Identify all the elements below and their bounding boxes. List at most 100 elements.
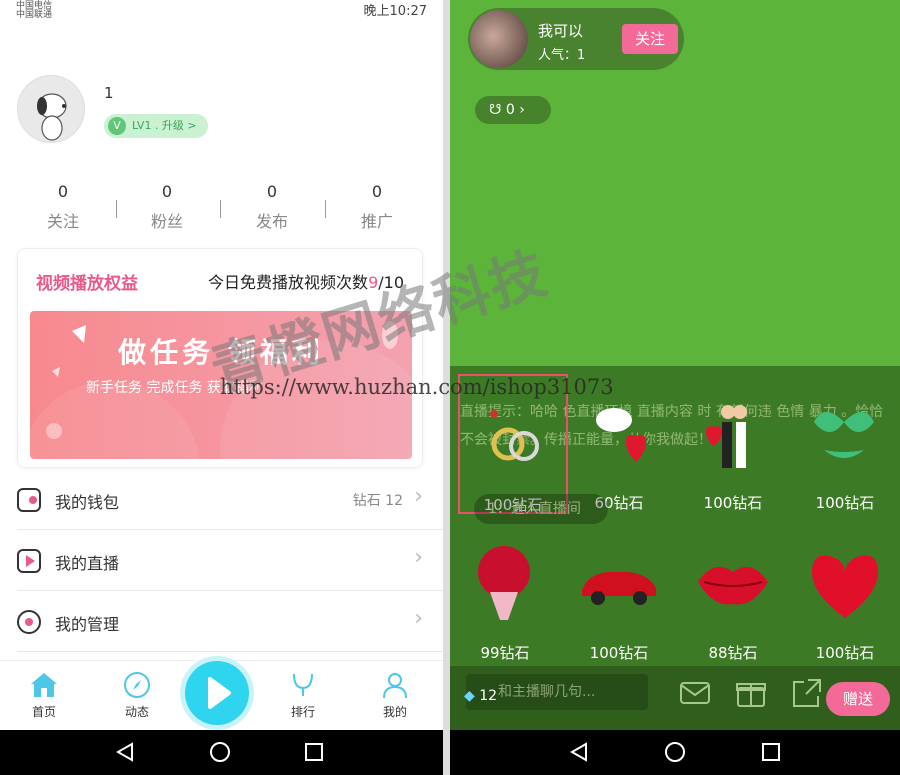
level-v-icon: V [108, 117, 126, 135]
tab-label: 首页 [31, 705, 56, 719]
user-stats: 0 关注 0 粉丝 0 发布 0 推广 [10, 182, 430, 238]
stat-value: 0 [266, 182, 278, 201]
rings-icon [490, 410, 539, 461]
diamond-icon: ◆ [464, 688, 475, 704]
username: 1 [104, 84, 114, 102]
manage-users-icon [17, 610, 41, 634]
gift-item[interactable]: 99钻石 [450, 524, 560, 664]
chevron-right-icon: › [519, 102, 525, 118]
back-icon[interactable] [568, 741, 590, 763]
diamond-heart-icon [812, 555, 878, 618]
diamond-count: 12 [479, 688, 498, 704]
tab-mine[interactable]: 我的 [365, 671, 425, 720]
gift-item[interactable]: 100钻石 [678, 374, 788, 514]
menu-label: 我的管理 [55, 615, 120, 634]
bottom-tab-bar: 首页 动态 排行 我的 [0, 660, 443, 730]
share-icon[interactable] [790, 676, 824, 710]
level-badge[interactable]: V LV1 . 升级 > [104, 114, 208, 138]
kiss-couple-icon [706, 405, 747, 468]
user-icon [383, 673, 407, 699]
diamond-balance: ◆ 12 [464, 688, 497, 704]
sports-car-icon [582, 572, 656, 605]
send-gift-button[interactable]: 赠送 [826, 682, 890, 716]
level-text: LV1 . 升级 > [132, 119, 197, 132]
gift-price: 100钻石 [815, 494, 875, 512]
chevron-right-icon: › [414, 484, 423, 509]
play-button[interactable] [185, 661, 249, 725]
host-name: 我可以 [538, 22, 584, 40]
dove-heart-icon [596, 408, 646, 462]
home-circle-icon[interactable] [664, 741, 686, 763]
menu-wallet[interactable]: 我的钱包 钻石 12 › [17, 470, 443, 530]
status-time: 晚上10:27 [363, 4, 427, 19]
stat-label: 粉丝 [150, 212, 183, 231]
stat-value: 0 [371, 182, 383, 201]
bikini-icon [814, 412, 874, 458]
stat-value: 0 [57, 182, 69, 201]
live-bottom-bar: 和主播聊几句... ◆ 12 赠送 [450, 666, 900, 730]
home-circle-icon[interactable] [209, 741, 231, 763]
stat-divider [325, 200, 326, 218]
gift-price: 100钻石 [703, 494, 763, 512]
follow-button[interactable]: 关注 [622, 24, 678, 54]
gift-item[interactable]: 100钻石 [564, 524, 674, 664]
card-title: 视频播放权益 [36, 274, 138, 294]
coin-badge[interactable]: ☋ 0 › [475, 96, 551, 124]
chevron-right-icon: › [414, 606, 423, 631]
avatar[interactable] [17, 75, 85, 143]
tab-home[interactable]: 首页 [14, 671, 74, 720]
trophy-icon [293, 673, 313, 696]
tab-ranking[interactable]: 排行 [273, 671, 333, 720]
menu-label: 我的钱包 [55, 493, 120, 512]
status-bar: 中国电信 中国联通 晚上10:27 [0, 0, 443, 20]
system-nav-bar [0, 730, 443, 775]
gift-icon[interactable] [734, 676, 768, 710]
stat-divider [220, 200, 221, 218]
menu-label: 我的直播 [55, 554, 120, 573]
home-icon [31, 673, 57, 697]
tab-label: 排行 [290, 705, 315, 719]
wallet-icon [17, 488, 41, 512]
stat-promote[interactable]: 0 推广 [327, 182, 427, 232]
stat-posts[interactable]: 0 发布 [222, 182, 322, 232]
carrier-info: 中国电信 中国联通 [16, 2, 52, 20]
chevron-right-icon: › [414, 545, 423, 570]
enter-notice: 1：进入直播间 [474, 494, 608, 524]
gift-price: 88钻石 [708, 644, 758, 662]
stat-follow[interactable]: 0 关注 [13, 182, 113, 232]
menu-live[interactable]: 我的直播 › [17, 531, 443, 591]
stat-label: 推广 [360, 212, 393, 231]
stat-value: 0 [161, 182, 173, 201]
recents-icon[interactable] [760, 741, 782, 763]
recents-icon[interactable] [303, 741, 325, 763]
host-avatar[interactable] [470, 10, 528, 68]
host-popularity: 人气：1 [538, 48, 586, 63]
stat-label: 发布 [255, 212, 288, 231]
play-icon [208, 677, 231, 709]
system-nav-bar [450, 730, 900, 775]
tab-label: 我的 [382, 705, 407, 719]
gift-item[interactable]: 100钻石 [790, 524, 900, 664]
tv-icon [17, 549, 41, 573]
message-icon[interactable] [678, 676, 712, 710]
rose-bouquet-icon [478, 546, 530, 620]
watermark-url: https://www.huzhan.com/ishop31073 [220, 375, 614, 399]
coin-value: 0 [505, 102, 515, 118]
gift-price: 100钻石 [815, 644, 875, 662]
tab-label: 动态 [124, 705, 149, 719]
back-icon[interactable] [114, 741, 136, 763]
host-info[interactable]: 我可以 人气：1 关注 [468, 8, 684, 70]
menu-value: 钻石 12 [352, 493, 403, 509]
menu-manage[interactable]: 我的管理 › [17, 592, 443, 652]
compass-icon [124, 672, 150, 698]
carrier-2: 中国联通 [16, 10, 53, 20]
stat-label: 关注 [46, 212, 79, 231]
tab-moments[interactable]: 动态 [107, 671, 167, 720]
gift-price: 100钻石 [589, 644, 649, 662]
gift-price: 99钻石 [480, 644, 530, 662]
lips-icon [698, 566, 768, 605]
gift-panel: 直播提示：哈哈 色直播环境 直播内容 时 有任何违 色情 暴力 。恰恰不会被封禁… [450, 366, 900, 666]
gift-item[interactable]: 100钻石 [790, 374, 900, 514]
stat-fans[interactable]: 0 粉丝 [117, 182, 217, 232]
gift-item[interactable]: 88钻石 [678, 524, 788, 664]
